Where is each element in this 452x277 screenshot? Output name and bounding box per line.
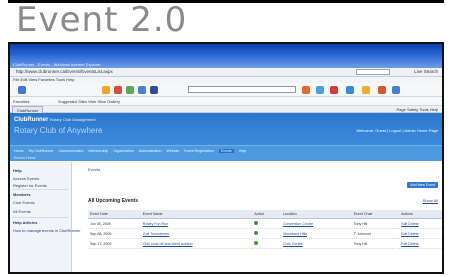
sidebar: Help Access Events Register for Events Memb… xyxy=(10,162,81,272)
toolbar-search-box[interactable] xyxy=(188,86,296,93)
events-heading: All Upcoming Events xyxy=(88,198,139,204)
site-subnav[interactable]: Events Home xyxy=(14,156,36,160)
tool-icon[interactable] xyxy=(346,86,354,94)
event-name-link[interactable]: Rotary Fun Run xyxy=(140,218,253,229)
favorites-bar: Favorites Suggested Sites Web Slice Gall… xyxy=(10,97,442,106)
tool-icon[interactable] xyxy=(126,86,134,94)
nav-item-home[interactable]: Home xyxy=(14,149,24,153)
table-body: Jun 05, 2009 Rotary Fun Run Convention Cen… xyxy=(88,218,442,249)
brand-tagline: Rotary Club Management xyxy=(50,117,96,122)
nav-item-website[interactable]: Website xyxy=(166,149,179,153)
table-header-row: Event Date Event Name Active Location Event … xyxy=(88,210,442,219)
column-header[interactable]: Active xyxy=(252,210,282,219)
main-panel: Events Add New Event All Upcoming Events… xyxy=(76,162,442,272)
nav-item-event-registration[interactable]: Event Registration xyxy=(184,149,213,153)
tool-icon[interactable] xyxy=(392,86,400,94)
nav-item-events[interactable]: Events xyxy=(218,149,234,153)
event-location-link[interactable]: Woodland Hills xyxy=(281,228,352,239)
column-header[interactable]: Event Name xyxy=(140,210,253,219)
address-field[interactable]: http://www.clubrunner.ca/Events/EventsLi… xyxy=(16,69,113,74)
command-bar[interactable]: Page Safety Tools Help xyxy=(396,106,438,113)
event-location-link[interactable]: Civic Centre xyxy=(281,238,352,249)
facebook-icon[interactable] xyxy=(150,86,158,94)
nav-item-communication[interactable]: Communication xyxy=(59,149,84,153)
sidebar-link[interactable]: All Events xyxy=(13,209,31,214)
add-event-button[interactable]: Add New Event xyxy=(407,182,438,188)
brand-name: ClubRunner xyxy=(14,117,49,123)
sidebar-heading: Help xyxy=(13,168,22,173)
nav-item-help[interactable]: Help xyxy=(239,149,246,153)
nav-item-my-clubrunner[interactable]: My ClubRunner xyxy=(29,149,54,153)
sidebar-divider xyxy=(12,217,68,218)
show-all-link[interactable]: Show All xyxy=(423,198,438,203)
active-dot-icon xyxy=(252,228,282,239)
event-date: Jun 05, 2009 xyxy=(88,218,141,229)
table-row: Sep 08, 2009 Golf Tournament Woodland Hill… xyxy=(88,228,442,239)
welcome-links[interactable]: Welcome, Guest | Logout | Admin Home Pag… xyxy=(356,128,438,133)
site-nav-items: Home My ClubRunner Communication Membership… xyxy=(14,149,251,153)
window-titlebar: ClubRunner - Events - Windows Internet E… xyxy=(10,44,442,68)
toolbar xyxy=(10,83,442,97)
favorites-links[interactable]: Suggested Sites Web Slice Gallery xyxy=(58,97,120,106)
row-actions[interactable]: Edit Delete xyxy=(399,218,442,229)
event-date: Sep 17, 2009 xyxy=(88,238,141,249)
sidebar-heading: Help Articles xyxy=(13,220,38,225)
tool-icon[interactable] xyxy=(102,86,110,94)
tool-icon[interactable] xyxy=(114,86,122,94)
globe-icon[interactable] xyxy=(18,86,26,94)
page-content: Help Access Events Register for Events Memb… xyxy=(10,162,442,272)
browser-screenshot: ClubRunner - Events - Windows Internet E… xyxy=(8,42,444,274)
search-box[interactable] xyxy=(356,69,390,75)
tab-row: ClubRunner Page Safety Tools Help xyxy=(10,106,442,114)
sidebar-link[interactable]: Access Events xyxy=(13,176,39,181)
event-chair: T. Johnson xyxy=(351,228,400,239)
tool-icon[interactable] xyxy=(330,86,338,94)
row-actions[interactable]: Edit Delete xyxy=(399,238,442,249)
table-row: Jun 05, 2009 Rotary Fun Run Convention Cen… xyxy=(88,218,442,229)
column-header[interactable]: Location xyxy=(281,210,352,219)
nav-item-organization[interactable]: Organization xyxy=(113,149,133,153)
tool-icon[interactable] xyxy=(138,86,146,94)
sidebar-link[interactable]: How to manage events in ClubRunner xyxy=(13,228,81,233)
status-active-icon xyxy=(254,231,259,235)
nav-item-administration[interactable]: Administration xyxy=(139,149,162,153)
event-name-link[interactable]: Chili cook-off and silent auction xyxy=(140,238,253,249)
events-table: Event Date Event Name Active Location Event … xyxy=(88,210,442,249)
breadcrumb[interactable]: Events xyxy=(88,167,100,172)
window-title: ClubRunner - Events - Windows Internet E… xyxy=(13,62,101,67)
site-header: ClubRunner Rotary Club Management Rotary… xyxy=(10,113,442,145)
event-chair: Tony Hill xyxy=(351,238,400,249)
tool-icon[interactable] xyxy=(302,86,310,94)
table-row: Sep 17, 2009 Chili cook-off and silent au… xyxy=(88,238,442,249)
nav-item-membership[interactable]: Membership xyxy=(89,149,109,153)
tool-icon[interactable] xyxy=(316,86,324,94)
event-chair: Tony Hill xyxy=(351,218,400,229)
site-brand: ClubRunner Rotary Club Management xyxy=(14,117,96,123)
event-location-link[interactable]: Convention Centre xyxy=(281,218,352,229)
sidebar-divider xyxy=(12,189,68,190)
event-date: Sep 08, 2009 xyxy=(88,228,141,239)
active-dot-icon xyxy=(252,238,282,249)
site-nav: Home My ClubRunner Communication Membership… xyxy=(10,145,442,161)
column-header[interactable]: Event Chair xyxy=(351,210,400,219)
sidebar-heading: Members xyxy=(13,192,31,197)
sidebar-link[interactable]: Register for Events xyxy=(13,183,47,188)
tool-icon[interactable] xyxy=(362,86,370,94)
favorites-label[interactable]: Favorites xyxy=(13,97,29,106)
status-active-icon xyxy=(254,221,259,225)
column-header[interactable]: Actions xyxy=(399,210,442,219)
status-active-icon xyxy=(254,241,259,245)
tool-icon[interactable] xyxy=(378,86,386,94)
slide-title: Event 2.0 xyxy=(16,0,188,40)
event-name-link[interactable]: Golf Tournament xyxy=(140,228,253,239)
row-actions[interactable]: Edit Delete xyxy=(399,228,442,239)
search-label: Live Search xyxy=(414,69,438,74)
active-dot-icon xyxy=(252,218,282,229)
club-name: Rotary Club of Anywhere xyxy=(14,126,103,135)
sidebar-link[interactable]: Club Events xyxy=(13,200,35,205)
address-bar-row: http://www.clubrunner.ca/Events/EventsLi… xyxy=(10,68,442,77)
column-header[interactable]: Event Date xyxy=(88,210,141,219)
